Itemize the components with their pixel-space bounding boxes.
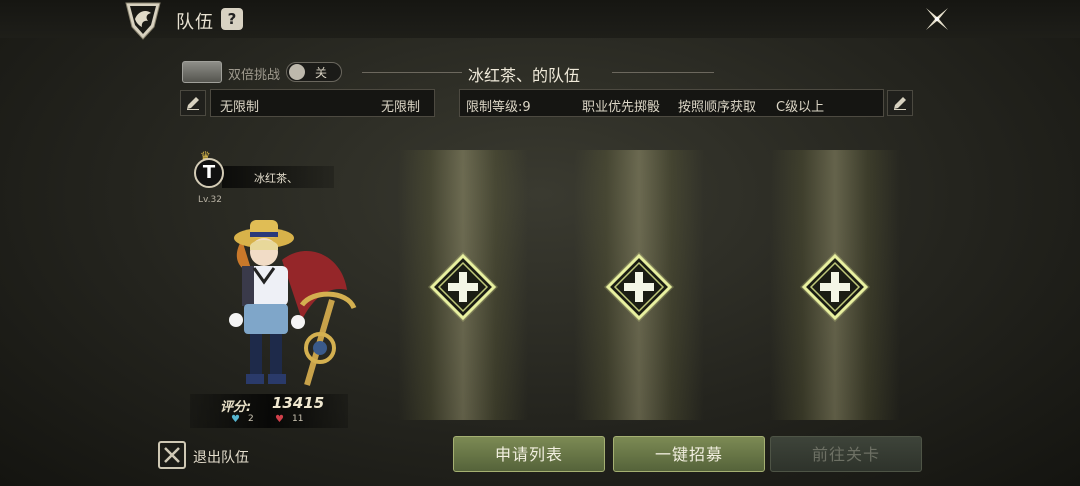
team-rules-field: 限制等级:9 职业优先掷骰 按照顺序获取 C级以上 <box>459 89 884 117</box>
exit-team-label[interactable]: 退出队伍 <box>193 447 249 467</box>
requirement-field[interactable]: 无限制 无限制 <box>210 89 435 117</box>
requirement-value: 无限制 <box>220 100 260 115</box>
player-level: Lv.32 <box>198 195 222 205</box>
add-member-slot-1[interactable] <box>426 250 500 324</box>
class-priority: 职业优先掷骰 <box>582 100 661 115</box>
plus-icon <box>800 252 870 322</box>
page-title: 队伍 <box>176 12 214 33</box>
pencil-icon <box>894 97 906 110</box>
plus-icon <box>604 252 674 322</box>
toggle-knob <box>289 64 305 80</box>
question-icon[interactable]: ? <box>221 8 243 30</box>
loot-rule: 按照顺序获取 <box>678 100 757 115</box>
blue-heart-icon: ♥ <box>231 414 240 425</box>
title-divider-left <box>362 72 462 73</box>
double-challenge-toggle[interactable]: 关 <box>286 62 342 82</box>
score-plate <box>190 394 348 428</box>
team-title: 冰红茶、的队伍 <box>468 66 581 85</box>
exit-team-button[interactable] <box>158 441 186 469</box>
character-portrait[interactable] <box>212 210 362 400</box>
score-value: 13415 <box>272 394 325 412</box>
plus-icon <box>428 252 498 322</box>
one-click-recruit-button[interactable]: 一键招募 <box>613 436 765 472</box>
score-label: 评分: <box>220 400 252 415</box>
double-challenge-label: 双倍挑战 <box>228 68 281 83</box>
player-avatar[interactable]: T <box>194 158 224 188</box>
grade-rule: C级以上 <box>776 100 825 115</box>
close-icon <box>164 447 180 463</box>
stat-a-value: 2 <box>248 414 254 424</box>
toggle-state-label: 关 <box>315 66 328 80</box>
go-to-stage-button[interactable]: 前往关卡 <box>770 436 922 472</box>
stat-b-value: 11 <box>292 414 304 424</box>
close-icon[interactable] <box>922 4 952 34</box>
pencil-icon <box>187 97 199 110</box>
red-heart-icon: ♥ <box>275 414 284 425</box>
edit-rules-button[interactable] <box>887 90 913 116</box>
requirement-value-right: 无限制 <box>381 100 421 115</box>
title-divider-right <box>612 72 714 73</box>
edit-requirement-button[interactable] <box>180 90 206 116</box>
apply-list-button[interactable]: 申请列表 <box>453 436 605 472</box>
level-limit: 限制等级:9 <box>466 100 531 115</box>
add-member-slot-2[interactable] <box>602 250 676 324</box>
dragon-emblem-icon <box>118 0 168 42</box>
double-challenge-badge-icon <box>182 61 222 83</box>
player-name: 冰红茶、 <box>254 172 298 185</box>
add-member-slot-3[interactable] <box>798 250 872 324</box>
